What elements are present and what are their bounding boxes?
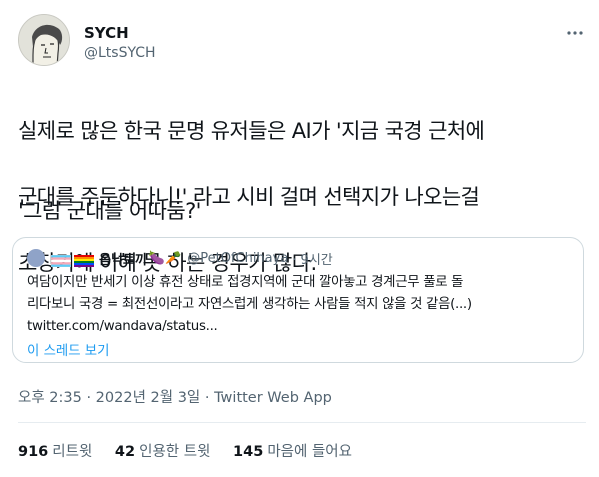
author-name[interactable]: SYCH [84, 24, 129, 42]
quote-author-handle: @PetOfChihaya [187, 250, 289, 266]
like-count[interactable]: 145 [233, 444, 263, 460]
tweet-stats: 916 리트윗 42 인용한 트윗 145 마음에 들어요 [18, 440, 370, 461]
author-handle[interactable]: @LtsSYCH [84, 45, 156, 61]
quote-link[interactable]: twitter.com/wandava/status... [27, 316, 575, 338]
quote-author-name: 옴닉토끼 [99, 252, 147, 268]
quote-avatar [27, 249, 45, 267]
show-thread-link[interactable]: 이 스레드 보기 [27, 339, 109, 359]
divider [18, 422, 586, 423]
quote-line: 리다보니 국경 = 최전선이라고 자연스럽게 생각하는 사람들 적지 않을 것 … [27, 297, 472, 312]
tweet-line: '그럼 군대를 어따둠?' [18, 199, 201, 223]
trans-flag-icon [50, 252, 72, 268]
tweet-line: 실제로 많은 한국 문명 유저들은 AI가 '지금 국경 근처에 [18, 119, 485, 143]
quoted-tweet[interactable]: 옴닉토끼 🍆🥕 @PetOfChihaya · 9시간 여담이지만 반세기 이상… [12, 237, 584, 363]
quote-line: 여담이지만 반세기 이상 휴전 상태로 접경지역에 군대 깔아놓고 경계근무 풀… [27, 275, 464, 290]
more-horizontal-icon[interactable] [562, 20, 588, 46]
quote-author-emoji: 🍆🥕 [148, 250, 182, 266]
avatar[interactable] [18, 14, 70, 66]
quote-header: 옴닉토끼 🍆🥕 @PetOfChihaya · 9시간 [27, 248, 333, 268]
retweet-count[interactable]: 916 [18, 444, 48, 460]
tweet-header: SYCH @LtsSYCH [18, 14, 588, 70]
quote-count[interactable]: 42 [115, 444, 135, 460]
tweet-timestamp[interactable]: 오후 2:35 · 2022년 2월 3일 · Twitter Web App [18, 386, 332, 407]
quote-body: 여담이지만 반세기 이상 휴전 상태로 접경지역에 군대 깔아놓고 경계근무 풀… [27, 272, 575, 338]
like-label[interactable]: 마음에 들어요 [267, 444, 352, 460]
rainbow-flag-icon [74, 252, 94, 267]
quote-label[interactable]: 인용한 트윗 [139, 444, 210, 460]
quote-time: · 9시간 [292, 252, 333, 268]
retweet-label[interactable]: 리트윗 [52, 444, 92, 460]
